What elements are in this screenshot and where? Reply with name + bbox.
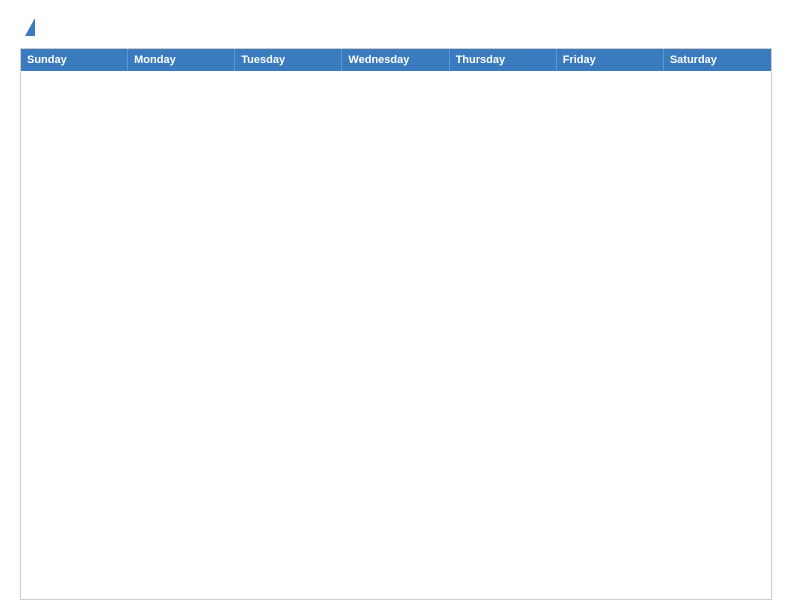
header-cell-tuesday: Tuesday [235,49,342,71]
calendar-body [21,71,771,599]
header-cell-wednesday: Wednesday [342,49,449,71]
page: SundayMondayTuesdayWednesdayThursdayFrid… [0,0,792,612]
header-cell-saturday: Saturday [664,49,771,71]
calendar-header: SundayMondayTuesdayWednesdayThursdayFrid… [21,49,771,71]
calendar: SundayMondayTuesdayWednesdayThursdayFrid… [20,48,772,600]
logo [20,16,35,38]
header-cell-thursday: Thursday [450,49,557,71]
header [20,16,772,38]
header-cell-sunday: Sunday [21,49,128,71]
logo-triangle-icon [25,18,35,36]
header-cell-monday: Monday [128,49,235,71]
header-cell-friday: Friday [557,49,664,71]
